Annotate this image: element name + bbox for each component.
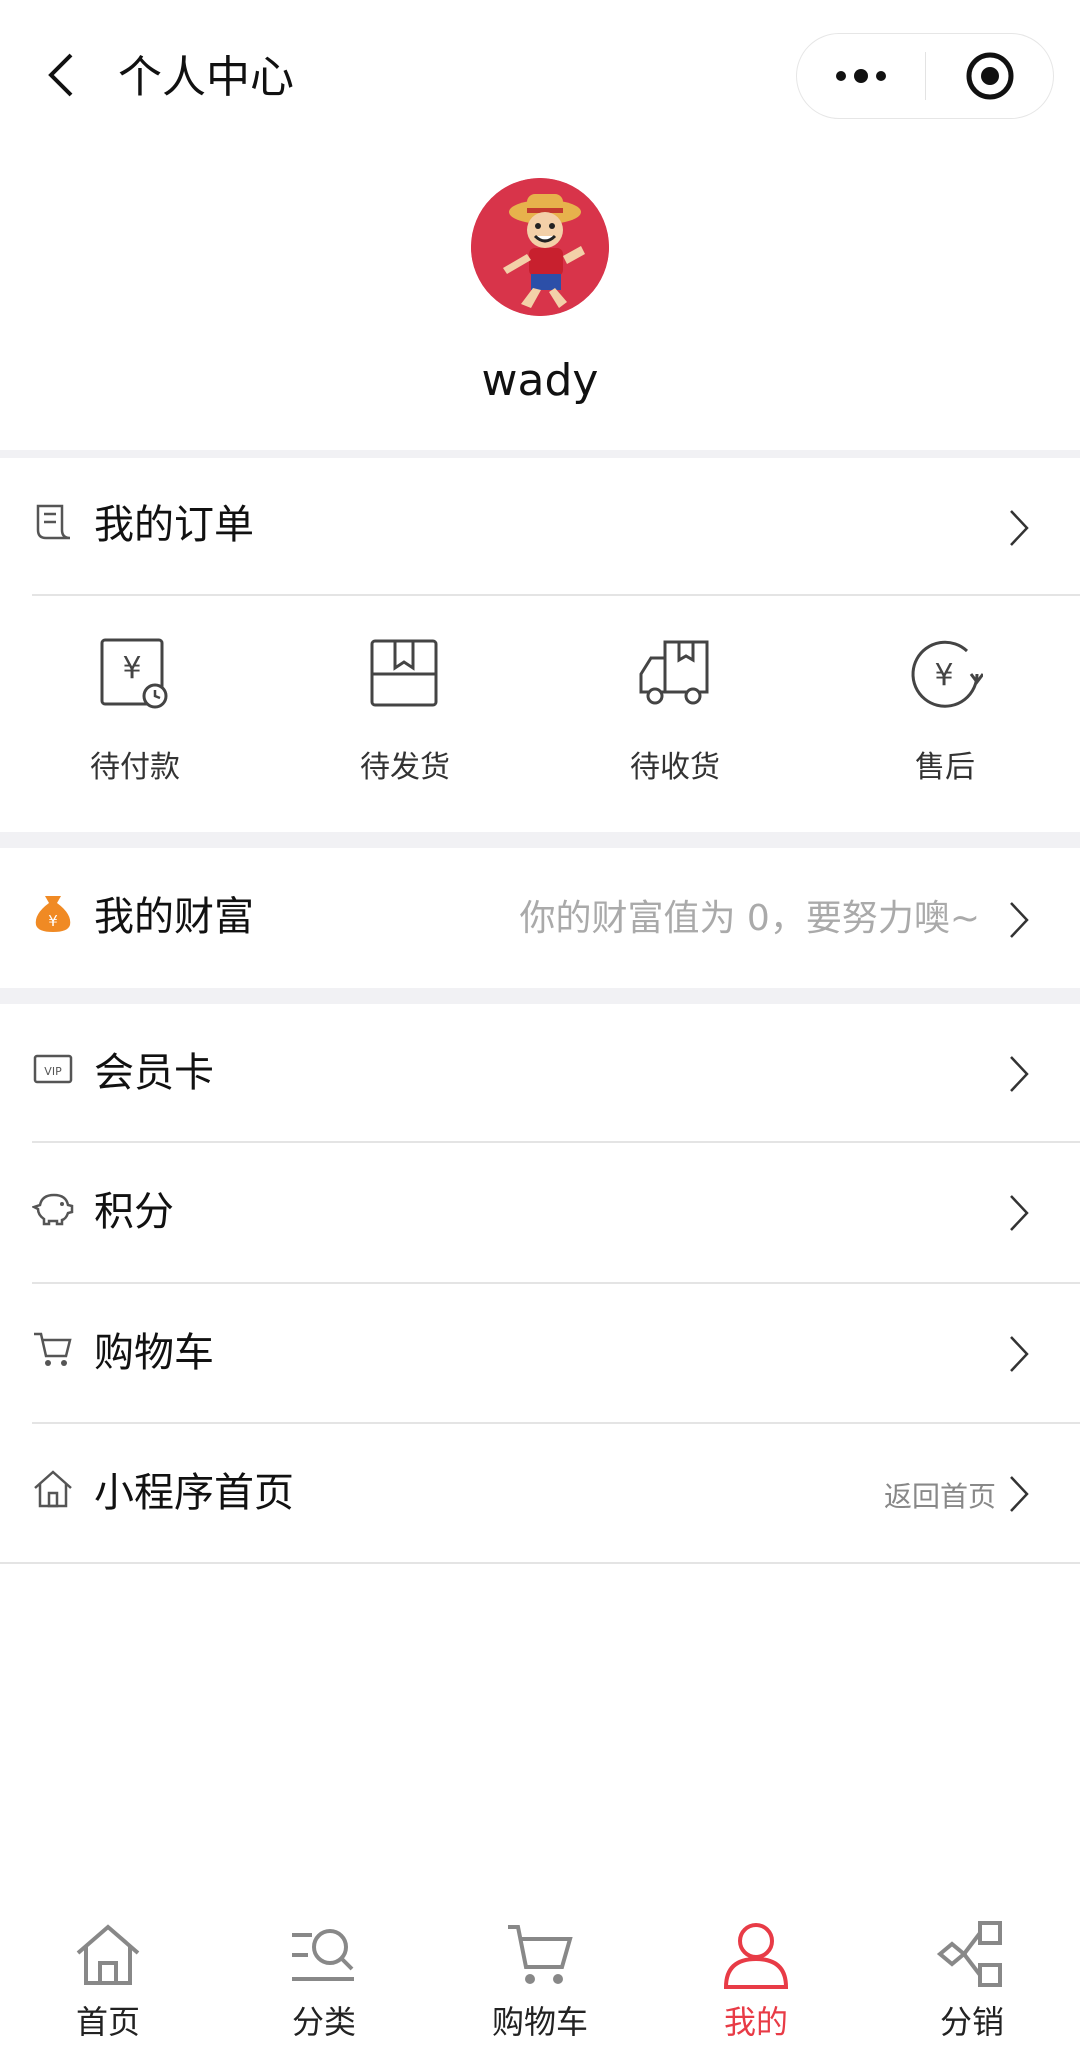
vip-card-icon: VIP <box>32 1048 74 1090</box>
my-orders-label: 我的订单 <box>94 502 254 548</box>
my-orders-row[interactable]: 我的订单 <box>0 458 1080 598</box>
piggy-bank-icon <box>32 1187 74 1229</box>
after-sales-icon: ¥ <box>911 640 985 708</box>
status-label: 待收货 <box>630 750 720 785</box>
svg-text:¥: ¥ <box>934 658 953 693</box>
svg-text:¥: ¥ <box>48 912 58 930</box>
section-separator <box>0 832 1080 848</box>
pending-shipment-icon <box>370 639 438 707</box>
chevron-right-icon <box>1010 1476 1029 1512</box>
tab-home[interactable]: 首页 <box>0 1905 216 2047</box>
avatar-character-icon <box>471 178 609 316</box>
vip-card-row[interactable]: VIP 会员卡 <box>0 1004 1080 1144</box>
receipt-icon <box>32 500 74 542</box>
svg-text:¥: ¥ <box>122 651 141 686</box>
user-icon <box>723 1923 789 1989</box>
status-pending-payment[interactable]: ¥ 待付款 <box>35 636 235 816</box>
status-pending-shipment[interactable]: 待发货 <box>305 636 505 816</box>
home-icon <box>32 1468 74 1510</box>
mini-program-capsule <box>796 33 1054 119</box>
more-dots-icon <box>836 69 886 83</box>
my-wealth-row[interactable]: ¥ 我的财富 你的财富值为 0，要努力噢~ <box>0 848 1080 988</box>
chevron-right-icon <box>1010 1336 1029 1372</box>
section-separator <box>0 988 1080 1004</box>
home-icon <box>76 1924 140 1985</box>
tab-label: 购物车 <box>491 2003 588 2041</box>
section-separator <box>0 450 1080 458</box>
cart-row[interactable]: 购物车 <box>0 1284 1080 1424</box>
tab-label: 我的 <box>723 2003 788 2041</box>
page-title: 个人中心 <box>118 52 294 103</box>
tab-category[interactable]: 分类 <box>216 1905 432 2047</box>
close-button[interactable] <box>926 34 1054 118</box>
avatar[interactable] <box>471 178 609 316</box>
bottom-tab-bar: 首页 分类 购物车 我的 分销 <box>0 1905 1080 2047</box>
status-label: 售后 <box>915 750 975 785</box>
chevron-right-icon <box>1010 902 1029 938</box>
chevron-left-icon <box>48 53 73 97</box>
tab-distribution[interactable]: 分销 <box>864 1905 1080 2047</box>
chevron-right-icon <box>1010 1195 1029 1231</box>
back-button[interactable] <box>30 45 90 105</box>
status-pending-receipt[interactable]: 待收货 <box>575 636 775 816</box>
more-button[interactable] <box>797 34 925 118</box>
vip-card-label: 会员卡 <box>94 1050 214 1096</box>
back-home-link[interactable]: 返回首页 <box>884 1472 996 1522</box>
my-wealth-label: 我的财富 <box>94 894 254 940</box>
tab-label: 分类 <box>291 2003 356 2041</box>
pending-receipt-icon <box>639 640 709 705</box>
tab-mine[interactable]: 我的 <box>648 1905 864 2047</box>
divider <box>0 1562 1080 1564</box>
tab-cart[interactable]: 购物车 <box>432 1905 648 2047</box>
distribution-icon <box>936 1921 1002 1987</box>
status-label: 待付款 <box>90 750 180 785</box>
points-label: 积分 <box>94 1189 174 1235</box>
mini-program-home-row[interactable]: 小程序首页 返回首页 <box>0 1424 1080 1564</box>
mini-program-home-label: 小程序首页 <box>94 1470 294 1516</box>
wealth-note: 你的财富值为 0，要努力噢~ <box>519 898 980 939</box>
cart-icon <box>32 1328 74 1370</box>
cart-icon <box>508 1925 573 1984</box>
nav-header: 个人中心 <box>0 0 1080 150</box>
tab-label: 首页 <box>75 2003 140 2041</box>
pending-payment-icon: ¥ <box>100 638 168 709</box>
money-bag-icon: ¥ <box>32 892 74 934</box>
points-row[interactable]: 积分 <box>0 1143 1080 1283</box>
chevron-right-icon <box>1010 510 1029 546</box>
status-label: 待发货 <box>360 750 450 785</box>
tab-label: 分销 <box>939 2003 1004 2041</box>
svg-text:VIP: VIP <box>44 1065 62 1078</box>
cart-label: 购物车 <box>94 1330 214 1376</box>
chevron-right-icon <box>1010 1056 1029 1092</box>
username: wady <box>481 355 599 406</box>
category-search-icon <box>292 1929 354 1981</box>
divider <box>32 594 1080 596</box>
status-after-sales[interactable]: ¥ 售后 <box>845 636 1045 816</box>
target-close-icon <box>966 52 1014 100</box>
